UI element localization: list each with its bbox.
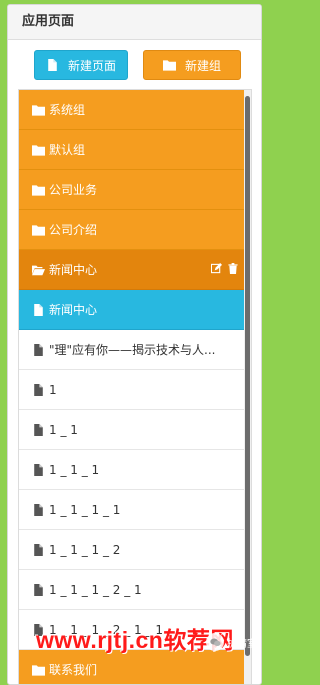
group-item[interactable]: 默认组 bbox=[19, 130, 246, 170]
row-label: 1 _ 1 bbox=[49, 422, 78, 437]
panel-title: 应用页面 bbox=[8, 5, 261, 40]
scrollbar-thumb[interactable] bbox=[245, 96, 250, 656]
new-group-label: 新建组 bbox=[184, 58, 221, 73]
folder-icon bbox=[32, 184, 49, 196]
page-item[interactable]: 1 _ 1 _ 1 _ 2 _ 1 bbox=[19, 570, 246, 610]
wechat-icon bbox=[206, 633, 224, 651]
folder-icon bbox=[32, 224, 49, 236]
group-item[interactable]: 公司业务 bbox=[19, 170, 246, 210]
row-label: 1 _ 1 _ 1 _ 2 _ 1 bbox=[49, 582, 142, 597]
file-icon bbox=[32, 303, 49, 316]
trash-icon[interactable] bbox=[228, 263, 238, 277]
file-icon bbox=[48, 59, 57, 71]
file-icon bbox=[32, 583, 49, 596]
row-label: 1 _ 1 _ 1 _ 2 bbox=[49, 542, 121, 557]
file-icon bbox=[32, 543, 49, 556]
group-item[interactable]: 公司介绍 bbox=[19, 210, 246, 250]
page-tree-rows: 系统组 默认组 公司业务 公司介绍 新闻中心 新闻中心 "理"应有你——揭示技术与人... 1… bbox=[19, 90, 251, 684]
folder-icon bbox=[162, 60, 176, 71]
folder-icon bbox=[32, 144, 49, 156]
page-tree-list[interactable]: 系统组 默认组 公司业务 公司介绍 新闻中心 新闻中心 "理"应有你——揭示技术与人... 1… bbox=[18, 89, 252, 684]
toolbar: 新建页面 新建组 bbox=[8, 40, 261, 90]
folder-icon bbox=[32, 664, 49, 676]
group-item[interactable]: 联系我们 bbox=[19, 650, 246, 684]
file-icon bbox=[32, 503, 49, 516]
folder-icon bbox=[32, 104, 49, 116]
group-item[interactable]: 系统组 bbox=[19, 90, 246, 130]
edit-icon[interactable] bbox=[210, 263, 222, 277]
page-item[interactable]: "理"应有你——揭示技术与人... bbox=[19, 330, 246, 370]
app-pages-panel: 应用页面 新建页面 新建组 系统组 默认组 公司业务 公司介绍 新闻中心 新闻中心 "理"应… bbox=[7, 4, 262, 685]
row-label: 新闻中心 bbox=[49, 263, 98, 277]
wechat-watermark: 护晴室 bbox=[206, 633, 257, 651]
wechat-label: 护晴室 bbox=[227, 638, 257, 650]
page-item[interactable]: 1 _ 1 _ 1 bbox=[19, 450, 246, 490]
new-group-button[interactable]: 新建组 bbox=[143, 50, 241, 80]
row-label: 1 _ 1 _ 1 bbox=[49, 462, 100, 477]
file-icon bbox=[32, 463, 49, 476]
scrollbar[interactable] bbox=[244, 90, 251, 684]
page-item[interactable]: 1 bbox=[19, 370, 246, 410]
row-label: 新闻中心 bbox=[49, 303, 98, 317]
row-label: 系统组 bbox=[49, 103, 86, 117]
new-page-label: 新建页面 bbox=[67, 58, 116, 73]
new-page-button[interactable]: 新建页面 bbox=[34, 50, 128, 80]
file-icon bbox=[32, 343, 49, 356]
row-label: 联系我们 bbox=[49, 663, 98, 677]
folder-open-icon bbox=[32, 264, 49, 276]
file-icon bbox=[32, 383, 49, 396]
group-actions bbox=[210, 263, 238, 277]
row-label: 公司业务 bbox=[49, 183, 98, 197]
site-watermark: www.rjtj.cn软荐网 bbox=[36, 627, 234, 653]
row-label: 1 bbox=[49, 382, 57, 397]
page-item[interactable]: 1 _ 1 _ 1 _ 1 bbox=[19, 490, 246, 530]
file-icon bbox=[32, 423, 49, 436]
page-item[interactable]: 新闻中心 bbox=[19, 290, 246, 330]
page-item[interactable]: 1 _ 1 _ 1 _ 2 bbox=[19, 530, 246, 570]
row-label: 默认组 bbox=[49, 143, 86, 157]
row-label: "理"应有你——揭示技术与人... bbox=[49, 343, 216, 357]
page-item[interactable]: 1 _ 1 bbox=[19, 410, 246, 450]
row-label: 1 _ 1 _ 1 _ 1 bbox=[49, 502, 121, 517]
group-item[interactable]: 新闻中心 bbox=[19, 250, 246, 290]
row-label: 公司介绍 bbox=[49, 223, 98, 237]
